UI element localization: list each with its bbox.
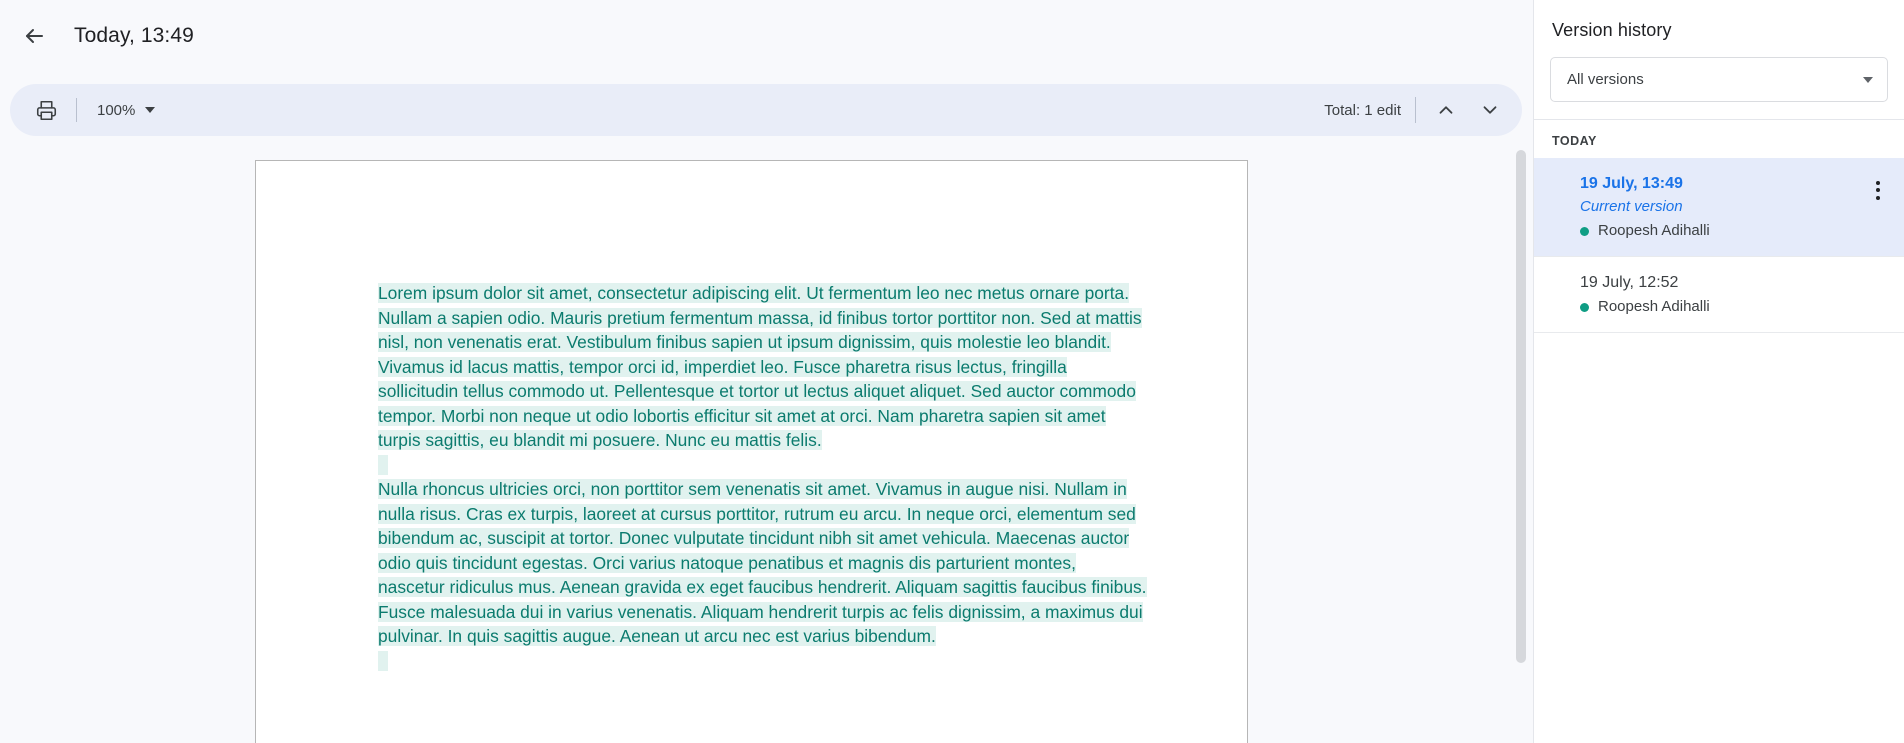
version-list-item[interactable]: 19 July, 12:52 Roopesh Adihalli [1534,257,1904,333]
previous-edit-button[interactable] [1424,90,1468,130]
page-title: Today, 13:49 [74,24,194,47]
version-filter-value: All versions [1567,71,1644,88]
version-timestamp: 19 July, 13:49 [1580,175,1683,192]
chevron-down-icon [1863,76,1873,83]
document-paragraph-1: Lorem ipsum dolor sit amet, consectetur … [378,281,1147,453]
version-history-app: Today, 13:49 100% Total: 1 edit Lorem ip… [0,0,1904,743]
more-vertical-icon [1876,180,1880,185]
print-button[interactable] [26,90,66,130]
document-page: Lorem ipsum dolor sit amet, consectetur … [255,160,1248,743]
back-button[interactable] [10,12,58,60]
toolbar-divider-2 [1415,97,1416,123]
version-timestamp: 19 July, 12:52 [1580,274,1679,291]
document-blank-line-2 [378,649,1147,674]
document-body: Lorem ipsum dolor sit amet, consectetur … [256,161,1247,673]
version-author-name: Roopesh Adihalli [1598,298,1710,315]
document-blank-line-1 [378,453,1147,478]
document-preview-area: Today, 13:49 100% Total: 1 edit Lorem ip… [0,0,1533,743]
author-color-dot [1580,226,1589,236]
author-color-dot [1580,302,1589,312]
version-options-button[interactable] [1860,172,1896,208]
chevron-up-icon [1435,99,1457,121]
version-author-name: Roopesh Adihalli [1598,222,1710,239]
preview-toolbar: 100% Total: 1 edit [10,84,1522,136]
version-author-row: Roopesh Adihalli [1580,221,1860,241]
inserted-text: Lorem ipsum dolor sit amet, consectetur … [378,283,1142,450]
next-edit-button[interactable] [1468,90,1512,130]
arrow-left-icon [22,24,46,48]
inserted-blank [378,650,388,671]
print-icon [36,100,57,121]
document-scrollbar[interactable] [1514,150,1528,743]
toolbar-right-group: Total: 1 edit [1324,90,1512,130]
inserted-blank [378,454,388,475]
version-list-item[interactable]: 19 July, 13:49 Current version Roopesh A… [1534,158,1904,257]
app-header: Today, 13:49 [0,0,1533,72]
zoom-level-value: 100% [97,101,136,119]
panel-title: Version history [1552,20,1672,40]
more-vertical-icon [1876,195,1880,200]
version-group-label: TODAY [1552,134,1597,148]
version-subtitle: Current version [1580,198,1683,215]
document-scrollbar-thumb[interactable] [1516,150,1526,663]
inserted-text: Nulla rhoncus ultricies orci, non portti… [378,479,1147,646]
document-canvas: Lorem ipsum dolor sit amet, consectetur … [0,150,1533,743]
version-history-panel: Version history All versions TODAY 19 Ju… [1533,0,1904,743]
chevron-down-icon [145,107,156,113]
version-list: TODAY 19 July, 13:49 Current version Roo… [1534,119,1904,743]
version-filter-dropdown[interactable]: All versions [1550,57,1888,102]
version-author-row: Roopesh Adihalli [1580,297,1860,317]
document-paragraph-2: Nulla rhoncus ultricies orci, non portti… [378,477,1147,649]
more-vertical-icon [1876,188,1880,192]
edit-total-label: Total: 1 edit [1324,101,1401,119]
chevron-down-icon [1479,99,1501,121]
zoom-level-dropdown[interactable]: 100% [87,92,165,128]
toolbar-divider [76,98,77,122]
toolbar-left-group: 100% [26,90,165,130]
